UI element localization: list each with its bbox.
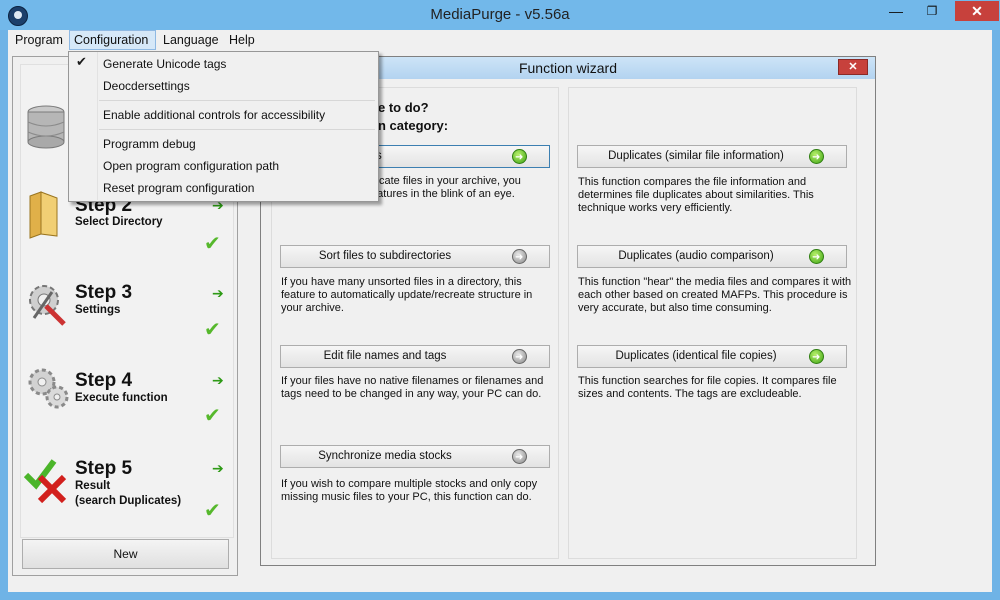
duplicates-identical-button[interactable]: Duplicates (identical file copies) bbox=[577, 345, 847, 368]
step-4-arrow-icon[interactable]: ➔ bbox=[212, 373, 224, 389]
step-3-check-icon: ✔ bbox=[204, 317, 221, 341]
menu-configuration[interactable]: Configuration bbox=[69, 30, 156, 50]
new-button[interactable]: New bbox=[22, 539, 229, 569]
grey-arrow-icon bbox=[512, 347, 527, 368]
menu-icon-gutter bbox=[69, 52, 98, 200]
menu-item-program-debug[interactable]: Programm debug bbox=[103, 134, 196, 154]
step-4-check-icon: ✔ bbox=[204, 403, 221, 427]
duplicates-audio-button[interactable]: Duplicates (audio comparison) bbox=[577, 245, 847, 268]
check-cross-icon bbox=[24, 459, 67, 503]
green-arrow-icon bbox=[512, 147, 527, 168]
menu-item-generate-unicode-tags[interactable]: Generate Unicode tags bbox=[103, 54, 226, 74]
sort-files-desc: If you have many unsorted files in a dir… bbox=[281, 276, 533, 314]
menu-help[interactable]: Help bbox=[225, 30, 259, 50]
step-5-subtitle: Result (search Duplicates) bbox=[75, 480, 182, 507]
wizard-question-sub: n category: bbox=[378, 118, 449, 133]
synchronize-desc: If you wish to compare multiple stocks a… bbox=[281, 478, 538, 503]
window-title: MediaPurge - v5.56a bbox=[430, 6, 570, 23]
maximize-button[interactable]: ❐ bbox=[918, 1, 946, 21]
green-arrow-icon bbox=[809, 247, 824, 268]
step-3-subtitle: Settings bbox=[75, 304, 121, 316]
grey-arrow-icon bbox=[512, 447, 527, 468]
step-4-subtitle: Execute function bbox=[75, 392, 168, 404]
duplicates-identical-desc: This function searches for file copies. … bbox=[578, 375, 837, 400]
edit-file-names-desc: If your files have no native filenames o… bbox=[281, 375, 544, 400]
step-3-arrow-icon[interactable]: ➔ bbox=[212, 286, 224, 302]
duplicates-identical-label: Duplicates (identical file copies) bbox=[615, 350, 777, 362]
duplicates-audio-label: Duplicates (audio comparison) bbox=[618, 250, 774, 262]
edit-file-names-label: Edit file names and tags bbox=[323, 350, 447, 362]
menu-program[interactable]: Program bbox=[11, 30, 67, 50]
duplicates-similar-desc: This function compares the file informat… bbox=[578, 176, 814, 214]
menu-item-reset-config[interactable]: Reset program configuration bbox=[103, 178, 254, 198]
settings-tools-icon bbox=[29, 285, 66, 326]
folder-icon bbox=[29, 191, 58, 239]
grey-arrow-icon bbox=[512, 247, 527, 268]
duplicates-similar-button[interactable]: Duplicates (similar file information) bbox=[577, 145, 847, 168]
green-arrow-icon bbox=[809, 347, 824, 368]
synchronize-button[interactable]: Synchronize media stocks bbox=[280, 445, 550, 468]
menu-separator bbox=[99, 129, 375, 130]
wizard-close-button[interactable]: ✕ bbox=[838, 59, 868, 75]
synchronize-label: Synchronize media stocks bbox=[318, 450, 452, 462]
menu-separator bbox=[99, 100, 375, 101]
duplicates-audio-desc: This function "hear" the media files and… bbox=[578, 276, 852, 314]
menu-item-open-config-path[interactable]: Open program configuration path bbox=[103, 156, 279, 176]
step-5-title: Step 5 bbox=[75, 458, 133, 479]
sort-files-label: Sort files to subdirectories bbox=[318, 250, 452, 262]
step-2-subtitle: Select Directory bbox=[75, 216, 163, 228]
sort-files-button[interactable]: Sort files to subdirectories bbox=[280, 245, 550, 268]
menu-item-decoder-settings[interactable]: Deocdersettings bbox=[103, 76, 190, 96]
step-2-check-icon: ✔ bbox=[204, 231, 221, 255]
edit-file-names-button[interactable]: Edit file names and tags bbox=[280, 345, 550, 368]
green-arrow-icon bbox=[809, 147, 824, 168]
step-5-arrow-icon[interactable]: ➔ bbox=[212, 461, 224, 477]
step-4-title: Step 4 bbox=[75, 370, 133, 391]
close-button[interactable]: ✕ bbox=[955, 1, 999, 21]
wizard-question: e to do? bbox=[378, 100, 429, 115]
step-5-check-icon: ✔ bbox=[204, 498, 221, 522]
menu-item-accessibility-controls[interactable]: Enable additional controls for accessibi… bbox=[103, 105, 325, 125]
find-duplicates-desc: plicate files in your archive, you featu… bbox=[368, 175, 521, 200]
minimize-button[interactable]: — bbox=[882, 1, 910, 21]
menu-language[interactable]: Language bbox=[159, 30, 223, 50]
checkmark-icon: ✔ bbox=[76, 55, 87, 70]
gears-icon bbox=[28, 368, 69, 409]
duplicates-similar-label: Duplicates (similar file information) bbox=[608, 150, 784, 162]
step-3-title: Step 3 bbox=[75, 282, 133, 303]
database-icon bbox=[27, 105, 65, 149]
